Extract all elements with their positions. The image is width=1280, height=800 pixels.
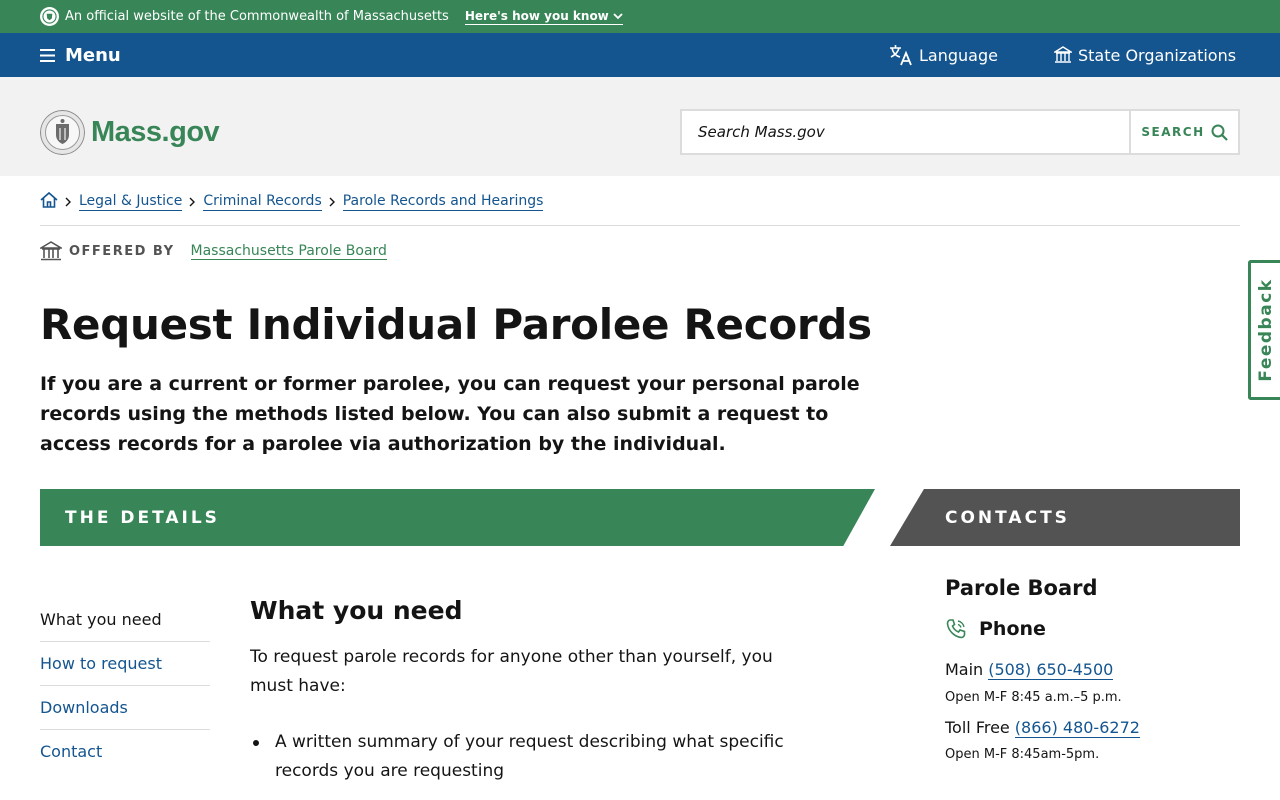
site-header: Mass.gov SEARCH	[0, 77, 1280, 176]
mass-gov-wordmark: Mass.gov	[91, 116, 220, 148]
contacts-banner: CONTACTS	[890, 489, 1240, 546]
utility-nav: Menu Language State Organizations	[0, 33, 1280, 77]
phone-heading-label: Phone	[979, 618, 1046, 640]
menu-button[interactable]: Menu	[40, 33, 121, 77]
contacts-banner-label: CONTACTS	[945, 507, 1070, 528]
breadcrumb-criminal-records[interactable]: Criminal Records	[203, 193, 322, 211]
main-phone-hours: Open M-F 8:45 a.m.–5 p.m.	[945, 690, 1122, 705]
tollfree-phone-line: Toll Free (866) 480-6272	[945, 718, 1140, 738]
state-seal-icon	[40, 110, 85, 155]
list-item: A written summary of your request descri…	[253, 728, 835, 786]
jump-link-how-to-request[interactable]: How to request	[40, 642, 210, 686]
feedback-label: Feedback	[1255, 278, 1276, 382]
feedback-tab[interactable]: Feedback	[1248, 260, 1280, 400]
official-site-text: An official website of the Commonwealth …	[65, 9, 449, 24]
page-title: Request Individual Parolee Records	[40, 300, 872, 349]
main-phone-link[interactable]: (508) 650-4500	[988, 660, 1114, 680]
main-phone-label: Main	[945, 660, 984, 679]
chevron-right-icon	[189, 197, 196, 207]
tollfree-phone-hours: Open M-F 8:45am-5pm.	[945, 747, 1100, 762]
translate-icon	[890, 45, 912, 66]
offered-by-org-link[interactable]: Massachusetts Parole Board	[190, 243, 387, 260]
home-icon	[40, 191, 58, 208]
search-input[interactable]	[682, 111, 1129, 153]
building-icon	[1054, 46, 1072, 63]
details-banner-label: THE DETAILS	[65, 507, 220, 528]
mass-gov-logo-link[interactable]: Mass.gov	[40, 110, 220, 155]
section-intro: To request parole records for anyone oth…	[250, 647, 773, 696]
language-label: Language	[919, 45, 998, 65]
building-icon	[40, 241, 62, 261]
official-site-banner: An official website of the Commonwealth …	[0, 0, 1280, 33]
hamburger-icon	[40, 48, 55, 62]
tollfree-phone-label: Toll Free	[945, 718, 1010, 737]
jump-link-what-you-need[interactable]: What you need	[40, 598, 210, 642]
main-phone-line: Main (508) 650-4500	[945, 660, 1114, 680]
page-lede: If you are a current or former parolee, …	[40, 373, 860, 455]
section-heading: What you need	[250, 596, 463, 625]
jump-link-downloads[interactable]: Downloads	[40, 686, 210, 730]
how-you-know-label: Here's how you know	[464, 8, 609, 23]
search-icon	[1211, 124, 1228, 141]
offered-by-label: OFFERED BY	[69, 243, 175, 259]
how-you-know-button[interactable]: Here's how you know	[464, 8, 623, 25]
breadcrumb-home-link[interactable]	[40, 191, 58, 213]
jump-nav: What you need How to request Downloads C…	[40, 598, 210, 774]
phone-icon	[946, 619, 966, 639]
state-seal-icon	[40, 7, 59, 26]
breadcrumb-legal-justice[interactable]: Legal & Justice	[79, 193, 183, 211]
search-button-label: SEARCH	[1141, 125, 1205, 139]
chevron-right-icon	[329, 197, 335, 207]
search-button[interactable]: SEARCH	[1129, 111, 1238, 153]
state-organizations-button[interactable]: State Organizations	[1054, 33, 1236, 77]
breadcrumb-divider	[40, 225, 1240, 226]
breadcrumb-parole-records[interactable]: Parole Records and Hearings	[342, 193, 544, 211]
search-form: SEARCH	[680, 109, 1240, 155]
breadcrumb: Legal & Justice Criminal Records Parole …	[40, 191, 544, 213]
contact-org-name: Parole Board	[945, 576, 1098, 600]
chevron-down-icon	[613, 12, 623, 19]
details-banner: THE DETAILS	[40, 489, 875, 546]
offered-by: OFFERED BY Massachusetts Parole Board	[40, 241, 387, 261]
menu-label: Menu	[65, 44, 121, 66]
requirements-list: A written summary of your request descri…	[253, 728, 835, 786]
phone-heading: Phone	[945, 618, 1046, 640]
language-button[interactable]: Language	[889, 33, 998, 77]
jump-link-contact[interactable]: Contact	[40, 730, 210, 774]
state-organizations-label: State Organizations	[1078, 45, 1237, 65]
tollfree-phone-link[interactable]: (866) 480-6272	[1014, 718, 1140, 738]
chevron-right-icon	[65, 197, 71, 207]
